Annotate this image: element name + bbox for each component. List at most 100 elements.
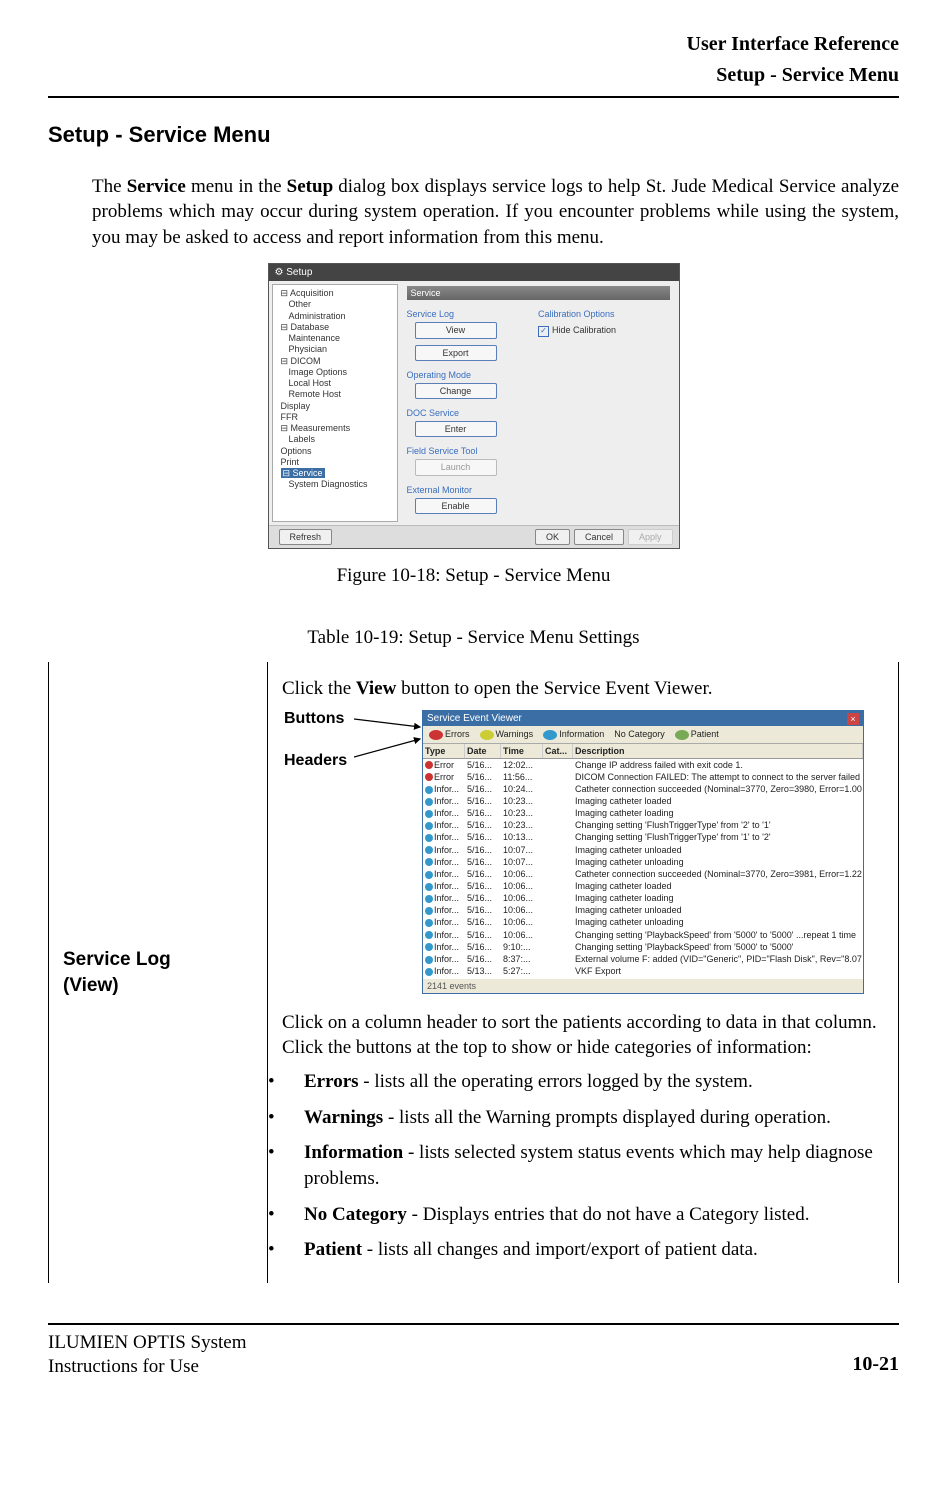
- event-row[interactable]: Error 5/16...12:02...Change IP address f…: [423, 759, 863, 771]
- event-row[interactable]: Infor... 5/16...10:06...Imaging catheter…: [423, 904, 863, 916]
- arrow-icon: [354, 713, 426, 763]
- export-button[interactable]: Export: [415, 345, 497, 361]
- bold-text: View: [356, 678, 396, 699]
- column-header[interactable]: Date: [465, 744, 501, 758]
- bold-text: Service: [127, 176, 186, 197]
- column-header[interactable]: Time: [501, 744, 543, 758]
- row-intro: Click the View button to open the Servic…: [282, 676, 884, 702]
- text: O: [128, 1332, 146, 1353]
- event-row[interactable]: Infor... 5/16...10:23...Imaging catheter…: [423, 795, 863, 807]
- table-caption: Table 10-19: Setup - Service Menu Settin…: [48, 625, 899, 651]
- toolbar-filter[interactable]: No Category: [612, 728, 667, 740]
- page-footer: ILUMIEN OPTIS System Instructions for Us…: [48, 1331, 899, 1379]
- label-line-1: Service Log: [63, 949, 171, 970]
- refresh-button[interactable]: Refresh: [279, 529, 333, 545]
- row-para2: Click on a column header to sort the pat…: [282, 1010, 884, 1061]
- enter-button[interactable]: Enter: [415, 421, 497, 437]
- event-row[interactable]: Infor... 5/16...10:23...Changing setting…: [423, 819, 863, 831]
- enable-button[interactable]: Enable: [415, 498, 497, 514]
- change-button[interactable]: Change: [415, 383, 497, 399]
- event-row[interactable]: Infor... 5/16...10:24...Catheter connect…: [423, 783, 863, 795]
- event-row[interactable]: Infor... 5/16...10:06...Imaging catheter…: [423, 880, 863, 892]
- close-icon[interactable]: ×: [847, 713, 859, 725]
- event-row[interactable]: Infor... 5/16...10:06...Changing setting…: [423, 929, 863, 941]
- panel-title: Service: [407, 286, 670, 300]
- dialog-footer: Refresh OK Cancel Apply: [269, 525, 679, 548]
- apply-button[interactable]: Apply: [628, 529, 673, 545]
- hide-calibration-checkbox[interactable]: ✓: [538, 326, 549, 337]
- ok-button[interactable]: OK: [535, 529, 570, 545]
- view-button[interactable]: View: [415, 322, 497, 338]
- tree-item[interactable]: Display: [281, 401, 395, 412]
- event-viewer-rows: Error 5/16...12:02...Change IP address f…: [423, 759, 863, 979]
- bold-text: Setup: [287, 176, 333, 197]
- tree-item[interactable]: ⊟ Acquisition: [281, 288, 395, 299]
- launch-button[interactable]: Launch: [415, 459, 497, 475]
- group-external: External Monitor: [407, 484, 670, 496]
- callout-buttons: Buttons: [284, 708, 344, 730]
- tree-item[interactable]: FFR: [281, 412, 395, 423]
- dialog-panel: Service Service Log View Export Calibrat…: [401, 284, 676, 522]
- tree-item[interactable]: Other: [289, 299, 395, 310]
- tree-item[interactable]: Image Options: [289, 367, 395, 378]
- tree-item-selected[interactable]: ⊟ Service: [281, 468, 395, 479]
- tree-item[interactable]: Options: [281, 446, 395, 457]
- group-opmode: Operating Mode: [407, 369, 670, 381]
- event-row[interactable]: Infor... 5/16...10:06...Imaging catheter…: [423, 916, 863, 928]
- tree-item[interactable]: ⊟ Measurements: [281, 423, 395, 434]
- bullet-item: •Information - lists selected system sta…: [286, 1140, 884, 1191]
- event-row[interactable]: Infor... 5/16...10:23...Imaging catheter…: [423, 807, 863, 819]
- event-row[interactable]: Infor... 5/16...10:13...Changing setting…: [423, 831, 863, 843]
- hide-calibration-label: Hide Calibration: [552, 325, 616, 335]
- row-label: Service Log (View): [49, 662, 268, 1283]
- event-row[interactable]: Infor... 5/16...10:06...Imaging catheter…: [423, 892, 863, 904]
- column-header[interactable]: Description: [573, 744, 863, 758]
- event-row[interactable]: Infor... 5/16...10:06...Catheter connect…: [423, 868, 863, 880]
- tree-item[interactable]: Physician: [289, 344, 395, 355]
- bullet-list: •Errors - lists all the operating errors…: [282, 1069, 884, 1263]
- bullet-item: •Warnings - lists all the Warning prompt…: [286, 1105, 884, 1131]
- label-line-2: (View): [63, 975, 119, 996]
- event-row[interactable]: Infor... 5/13...5:27:...VKF Export: [423, 965, 863, 977]
- event-viewer-figure: Buttons Headers Service Event Viewer × E…: [282, 710, 884, 994]
- event-viewer-toolbar: Errors Warnings Information No Category Pati…: [423, 726, 863, 743]
- toolbar-filter[interactable]: Errors: [427, 728, 472, 740]
- event-row[interactable]: Infor... 5/16...8:37:...External volume …: [423, 953, 863, 965]
- tree-item[interactable]: ⊟ Database: [281, 322, 395, 333]
- column-header[interactable]: Type: [423, 744, 465, 758]
- event-row[interactable]: Infor... 5/16...10:07...Imaging catheter…: [423, 844, 863, 856]
- toolbar-filter[interactable]: Warnings: [478, 728, 536, 740]
- event-row[interactable]: Infor... 5/13...12:15...Changing setting…: [423, 977, 863, 978]
- event-row[interactable]: Infor... 5/16...10:07...Imaging catheter…: [423, 856, 863, 868]
- cancel-button[interactable]: Cancel: [574, 529, 624, 545]
- text: button to open the Service Event Viewer.: [396, 678, 712, 699]
- group-servicelog: Service Log: [407, 308, 539, 320]
- tree-item[interactable]: ⊟ DICOM: [281, 356, 395, 367]
- event-viewer-header[interactable]: TypeDateTimeCat...Description: [423, 744, 863, 759]
- text: LUMIEN: [54, 1332, 128, 1353]
- tree-item[interactable]: Print: [281, 457, 395, 468]
- tree-item[interactable]: Maintenance: [289, 333, 395, 344]
- tree-item[interactable]: Local Host: [289, 378, 395, 389]
- tree-item[interactable]: Remote Host: [289, 389, 395, 400]
- group-doc: DOC Service: [407, 407, 670, 419]
- tree-item[interactable]: Labels: [289, 434, 395, 445]
- running-header-1: User Interface Reference: [48, 32, 899, 57]
- toolbar-filter[interactable]: Patient: [673, 728, 721, 740]
- event-row[interactable]: Error 5/16...11:56...DICOM Connection FA…: [423, 771, 863, 783]
- tree-item[interactable]: System Diagnostics: [289, 479, 395, 490]
- figure-setup-dialog: ⚙ Setup ⊟ AcquisitionOtherAdministration…: [48, 263, 899, 589]
- tree-item[interactable]: Administration: [289, 311, 395, 322]
- dialog-titlebar: ⚙ Setup: [269, 264, 679, 282]
- header-rule: [48, 96, 899, 98]
- text: Instructions for Use: [48, 1356, 199, 1377]
- text: menu in the: [186, 176, 287, 197]
- event-viewer-footer: 2141 events: [423, 979, 863, 993]
- dialog-tree[interactable]: ⊟ AcquisitionOtherAdministration⊟ Databa…: [272, 284, 398, 522]
- column-header[interactable]: Cat...: [543, 744, 573, 758]
- text: Click the: [282, 678, 356, 699]
- bullet-item: •Patient - lists all changes and import/…: [286, 1237, 884, 1263]
- event-row[interactable]: Infor... 5/16...9:10:...Changing setting…: [423, 941, 863, 953]
- toolbar-filter[interactable]: Information: [541, 728, 606, 740]
- group-fst: Field Service Tool: [407, 445, 670, 457]
